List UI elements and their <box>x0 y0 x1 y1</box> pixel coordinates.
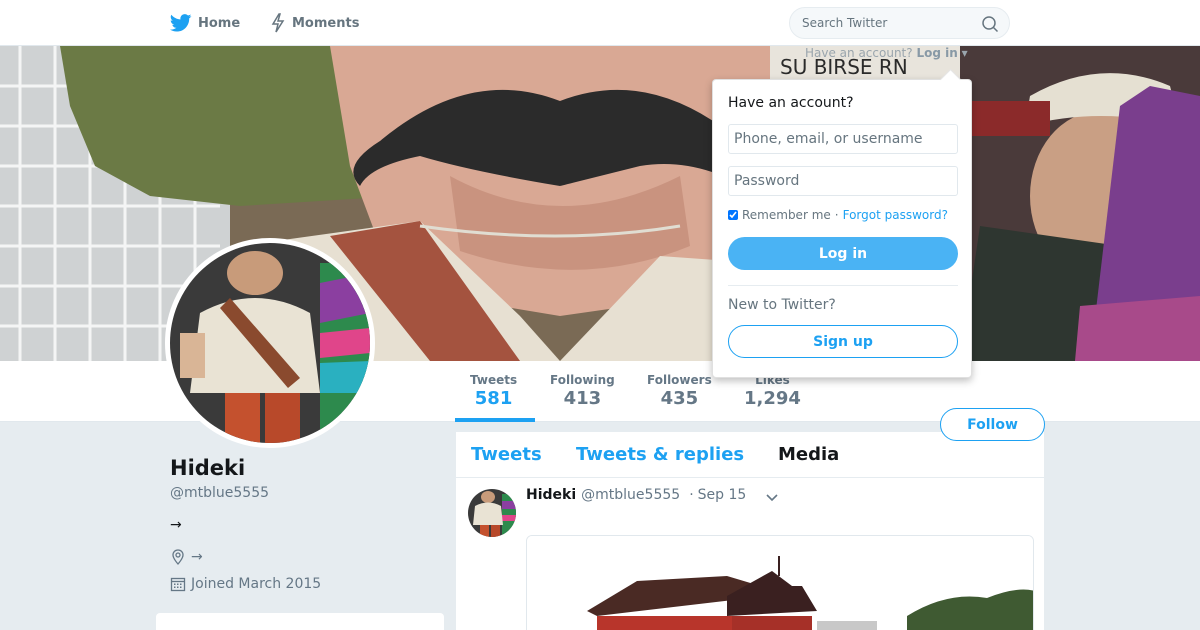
profile-handle[interactable]: @mtblue5555 <box>170 485 269 501</box>
calendar-icon <box>170 577 186 592</box>
timeline: Tweets Tweets & replies Media Hideki @mt… <box>456 432 1044 630</box>
profile-join-date: Joined March 2015 <box>170 576 321 592</box>
profile-avatar[interactable] <box>165 238 375 448</box>
forgot-password-link[interactable]: Forgot password? <box>843 208 948 222</box>
stat-value: 435 <box>660 388 699 409</box>
tweet-media-image[interactable] <box>526 535 1034 630</box>
username-field[interactable] <box>728 124 958 154</box>
tab-media[interactable]: Media <box>778 444 839 465</box>
location-pin-icon <box>172 549 184 565</box>
stat-value: 1,294 <box>744 388 801 409</box>
login-toggle-label: Log in <box>916 46 958 60</box>
nav-moments-label: Moments <box>292 15 360 31</box>
tweet-author-name[interactable]: Hideki <box>526 487 576 503</box>
stat-value: 413 <box>563 388 602 409</box>
search-icon[interactable] <box>981 15 999 33</box>
profile-name[interactable]: Hideki <box>170 456 245 480</box>
follow-button[interactable]: Follow <box>940 408 1045 441</box>
caret-down-icon: ▾ <box>961 46 968 60</box>
stat-label: Followers <box>647 373 712 387</box>
nav-home[interactable]: Home <box>170 0 240 46</box>
stat-value: 581 <box>474 388 513 409</box>
login-toggle[interactable]: Have an account? Log in ▾ <box>805 46 968 60</box>
login-dropdown: Have an account? Remember me · Forgot pa… <box>712 79 972 378</box>
stat-likes[interactable]: Likes 1,294 <box>744 373 801 409</box>
lightning-icon <box>271 13 285 33</box>
tweet-header: Hideki @mtblue5555 · Sep 15 <box>526 487 746 503</box>
remember-row: Remember me · Forgot password? <box>728 208 948 222</box>
profile-location: → <box>170 549 203 565</box>
left-sidebar-card <box>156 613 444 630</box>
login-toggle-prefix: Have an account? <box>805 46 913 60</box>
signup-button[interactable]: Sign up <box>728 325 958 358</box>
tweet-separator: · <box>689 487 694 503</box>
stat-following[interactable]: Following 413 <box>550 373 615 409</box>
tweet-avatar[interactable] <box>468 489 516 537</box>
nav-home-label: Home <box>198 15 241 31</box>
location-text: → <box>191 549 203 565</box>
remember-me-label[interactable]: Remember me <box>742 208 831 222</box>
active-stat-indicator <box>455 418 535 422</box>
new-to-twitter-text: New to Twitter? <box>728 297 836 313</box>
search-box <box>789 7 1010 39</box>
top-navigation-bar: Home Moments <box>0 0 1200 46</box>
dropdown-divider <box>728 285 958 286</box>
twitter-bird-icon <box>170 14 192 32</box>
password-field[interactable] <box>728 166 958 196</box>
login-button[interactable]: Log in <box>728 237 958 270</box>
tab-tweets-replies[interactable]: Tweets & replies <box>576 444 744 465</box>
remember-me-checkbox[interactable] <box>728 210 738 220</box>
tab-tweets[interactable]: Tweets <box>471 444 542 465</box>
chevron-down-icon[interactable] <box>764 489 780 505</box>
dropdown-title: Have an account? <box>728 95 854 111</box>
profile-bio: → <box>170 517 182 533</box>
nav-moments[interactable]: Moments <box>270 0 359 46</box>
joined-text: Joined March 2015 <box>191 576 322 592</box>
stat-label: Following <box>550 373 615 387</box>
stat-followers[interactable]: Followers 435 <box>647 373 712 409</box>
search-input[interactable] <box>802 16 972 30</box>
remember-separator: · <box>834 208 839 222</box>
tweet-author-handle[interactable]: @mtblue5555 <box>581 487 680 503</box>
tweet-date[interactable]: Sep 15 <box>698 487 747 503</box>
stat-tweets[interactable]: Tweets 581 <box>470 373 517 409</box>
stat-label: Tweets <box>470 373 518 387</box>
